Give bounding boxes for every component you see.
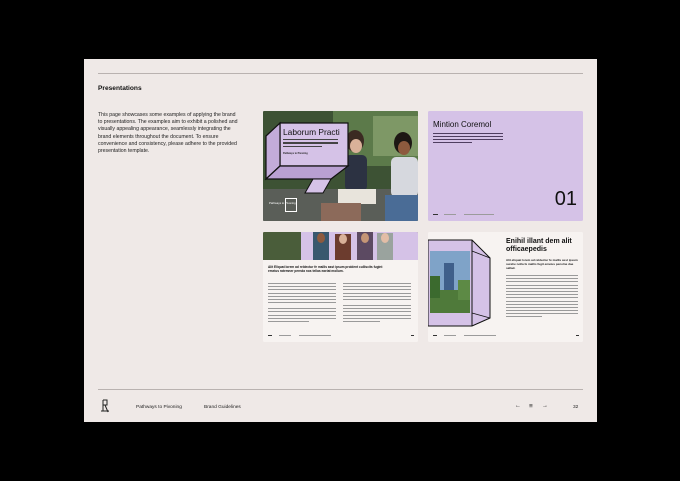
logo-icon — [285, 198, 297, 212]
team-photo — [263, 232, 418, 260]
page-title: Presentations — [98, 85, 142, 92]
footer-brand: Pathways to Pivoning — [136, 405, 182, 410]
slide-heading: Alit Eliquat lorem ad reldectur fe malli… — [268, 265, 383, 274]
page-description: This page showcases some examples of app… — [98, 112, 238, 155]
slide-text-layout: Alit Eliquat lorem ad reldectur fe malli… — [263, 232, 418, 342]
slide-mintion-coremol: Mintion Coremol 01 — [428, 111, 583, 221]
arrow-left-icon[interactable]: ← — [515, 403, 521, 409]
brand-logo-icon — [101, 399, 109, 413]
brand-guidelines-page: Presentations This page showcases some e… — [84, 59, 597, 422]
slide-title: Laborum Practi — [283, 127, 340, 137]
slide-enihil-illant: Enihil illant dem alit officaepedis Alit… — [428, 232, 583, 342]
slide-number: 01 — [554, 188, 577, 210]
slide-title: Mintion Coremol — [433, 120, 492, 129]
arrow-right-icon[interactable]: → — [542, 403, 548, 409]
bottom-divider — [98, 389, 583, 390]
menu-icon[interactable]: ≡ — [529, 403, 533, 410]
top-divider — [98, 73, 583, 74]
slide-laborum-practi: Laborum Practi Pathways to Pivoning Path… — [263, 111, 418, 221]
page-number: 32 — [573, 405, 579, 410]
slide-subtitle: Alit eliquat lorem ad reldectur fe malli… — [506, 258, 578, 270]
footer-document: Brand Guidelines — [204, 405, 241, 410]
building-block-graphic — [428, 239, 491, 327]
slide-title: Enihil illant dem alit officaepedis — [506, 238, 572, 254]
